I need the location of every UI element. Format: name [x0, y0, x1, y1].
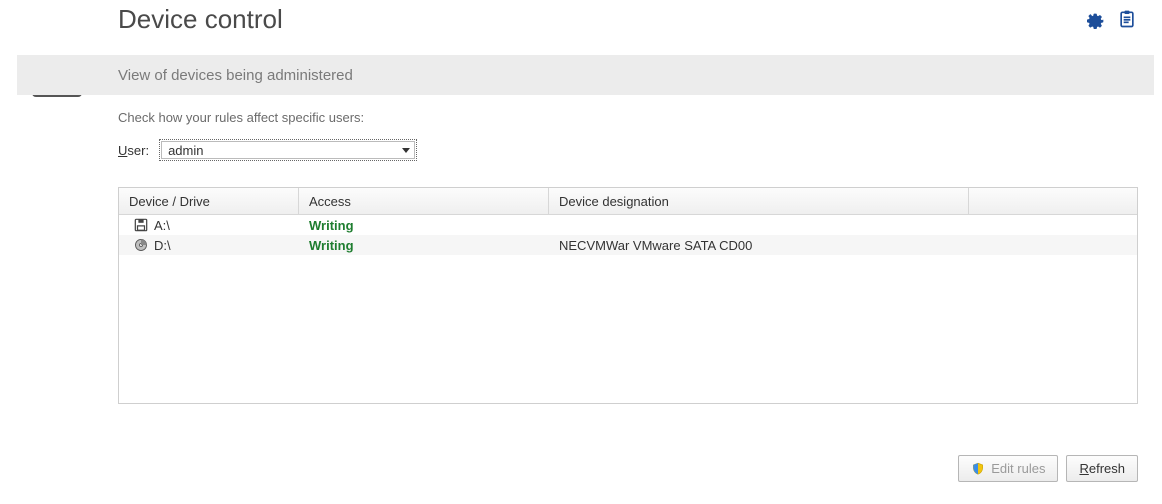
user-select-value: admin	[168, 143, 203, 158]
rules-hint: Check how your rules affect specific use…	[118, 110, 1138, 125]
gear-icon[interactable]	[1084, 8, 1106, 30]
edit-rules-button[interactable]: Edit rules	[958, 455, 1058, 482]
clipboard-icon[interactable]	[1116, 8, 1138, 30]
cell-designation: NECVMWar VMware SATA CD00	[549, 238, 969, 253]
col-designation[interactable]: Device designation	[549, 188, 969, 214]
col-device[interactable]: Device / Drive	[119, 188, 299, 214]
floppy-icon	[133, 218, 148, 233]
table-row[interactable]: D:\ WritingNECVMWar VMware SATA CD00	[119, 235, 1137, 255]
cell-access: Writing	[299, 238, 549, 253]
section-heading: View of devices being administered	[17, 55, 1154, 95]
cell-device: D:\	[119, 238, 299, 253]
user-select[interactable]: admin	[159, 139, 417, 161]
section-heading-label: View of devices being administered	[118, 67, 353, 84]
chevron-down-icon	[402, 148, 410, 153]
device-label: A:\	[154, 218, 170, 233]
refresh-label: Refresh	[1079, 461, 1125, 476]
refresh-button[interactable]: Refresh	[1066, 455, 1138, 482]
edit-rules-label: Edit rules	[991, 461, 1045, 476]
disc-icon	[133, 238, 148, 253]
page-title: Device control	[118, 4, 283, 35]
device-label: D:\	[154, 238, 171, 253]
table-row[interactable]: A:\ Writing	[119, 215, 1137, 235]
col-access[interactable]: Access	[299, 188, 549, 214]
col-extra	[969, 188, 1137, 214]
cell-device: A:\	[119, 218, 299, 233]
shield-icon	[971, 462, 985, 476]
cell-access: Writing	[299, 218, 549, 233]
devices-table: Device / Drive Access Device designation…	[118, 187, 1138, 404]
table-header: Device / Drive Access Device designation	[119, 188, 1137, 215]
user-label: User:	[118, 143, 149, 158]
